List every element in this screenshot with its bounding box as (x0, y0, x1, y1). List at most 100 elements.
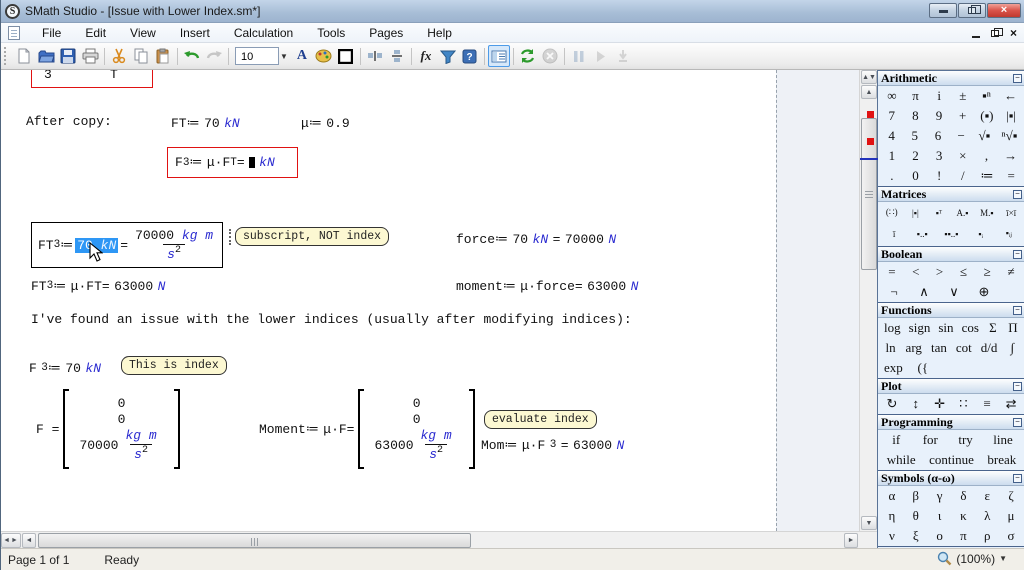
formula-matrix-moment[interactable]: Moment≔ μ·F= 0 0 63000 kg ms2 (259, 388, 475, 470)
formula-matrix-f[interactable]: F = 0 0 70000 kg ms2 (36, 388, 180, 470)
palette-button[interactable]: × (955, 147, 971, 165)
palette-button[interactable]: continue (927, 451, 976, 469)
formula-mu-def[interactable]: μ ≔ 0.9 (301, 114, 350, 132)
scroll-left-button[interactable]: ◄ (22, 533, 36, 548)
scroll-up-button[interactable]: ▲ (861, 85, 877, 99)
palette-button[interactable]: / (955, 167, 971, 185)
palette-button[interactable]: 8 (907, 107, 923, 125)
text-after-copy[interactable]: After copy: (26, 114, 112, 129)
collapse-icon[interactable]: − (1013, 382, 1022, 391)
play-button[interactable] (590, 45, 612, 67)
palette-button[interactable]: ī×ī (1003, 207, 1019, 219)
collapse-icon[interactable]: − (1013, 474, 1022, 483)
horizontal-scroll-thumb[interactable] (38, 533, 471, 548)
palette-button[interactable]: log (882, 319, 903, 337)
palette-button[interactable]: λ (979, 507, 995, 525)
menu-item[interactable]: Pages (357, 23, 415, 42)
palette-button[interactable]: . (884, 167, 900, 185)
palette-button[interactable]: break (985, 451, 1018, 469)
palette-button[interactable]: ξ (908, 527, 924, 545)
formula-moment-eval[interactable]: moment≔ μ·force= 63000 N (456, 277, 638, 295)
palette-button[interactable]: ✛ (932, 395, 948, 413)
palette-button[interactable]: ≔ (978, 167, 995, 185)
palette-button[interactable]: 6 (930, 127, 946, 145)
palette-button[interactable]: cot (954, 339, 974, 357)
horizontal-scrollbar[interactable]: ◄► ◄ ► (1, 531, 877, 548)
palette-button[interactable]: ¬ (886, 283, 902, 301)
palette-button[interactable]: θ (908, 507, 924, 525)
formula-active-ft3[interactable]: FT3 ≔ 70 kN = 70000 kg m s2 (31, 222, 223, 268)
palette-button[interactable]: + (955, 107, 971, 125)
palette-button[interactable]: ↻ (884, 395, 900, 413)
palette-button[interactable]: 3 (931, 147, 947, 165)
palette-button[interactable]: 4 (884, 127, 900, 145)
palette-button[interactable]: ▪..▪ (914, 228, 930, 240)
menu-item[interactable]: Help (415, 23, 464, 42)
new-button[interactable] (13, 45, 35, 67)
palette-button[interactable]: ▪▪..▪ (942, 228, 960, 240)
restore-button[interactable] (958, 3, 986, 18)
palette-button[interactable]: |▪| (1003, 107, 1019, 125)
palette-button[interactable]: √▪ (976, 127, 992, 145)
palette-button[interactable]: δ (955, 487, 971, 505)
redo-button[interactable] (203, 45, 225, 67)
menu-item[interactable]: Tools (305, 23, 357, 42)
formula-mom-eval[interactable]: Mom≔ μ·F 3 = 63000 N (481, 436, 624, 454)
align-vertical-button[interactable] (386, 45, 408, 67)
save-button[interactable] (57, 45, 79, 67)
palette-button[interactable]: ▪ᵢⱼ (1001, 227, 1017, 240)
collapse-icon[interactable]: − (1013, 190, 1022, 199)
vertical-scrollbar[interactable]: ▲▼ ▲ ▼ (859, 70, 877, 531)
collapse-icon[interactable]: − (1013, 250, 1022, 259)
palette-button[interactable]: ▪ᵀ (931, 207, 947, 219)
border-button[interactable] (335, 45, 357, 67)
palette-button[interactable]: 0 (907, 167, 923, 185)
palette-button[interactable]: ∨ (946, 283, 962, 301)
palette-button[interactable]: ο (932, 527, 948, 545)
palette-button[interactable]: ∧ (916, 283, 932, 301)
palette-button[interactable]: M.▪ (978, 207, 995, 219)
palette-button[interactable]: ν (884, 527, 900, 545)
zoom-dropdown-icon[interactable]: ▼ (999, 554, 1007, 563)
formula-f3-copy[interactable]: F3≔ μ·FT= kN (167, 147, 298, 178)
close-button[interactable]: × (987, 3, 1021, 18)
palette-button[interactable]: 7 (884, 107, 900, 125)
palette-button[interactable]: ι (932, 507, 948, 525)
palette-button[interactable]: ← (1002, 87, 1019, 105)
stop-button[interactable] (539, 45, 561, 67)
help-button[interactable]: ? (459, 45, 481, 67)
menu-item[interactable]: Calculation (222, 23, 305, 42)
palette-button[interactable]: ≤ (955, 263, 971, 281)
color-palette-button[interactable] (313, 45, 335, 67)
mdi-minimize-button[interactable] (972, 36, 980, 38)
palette-button[interactable]: ≠ (1003, 263, 1019, 281)
formula-ft-def[interactable]: FT ≔ 70 kN (171, 114, 240, 132)
palette-button[interactable]: > (932, 263, 948, 281)
split-handle-button[interactable]: ▲▼ (861, 70, 877, 84)
text-issue[interactable]: I've found an issue with the lower indic… (31, 312, 632, 327)
palette-button[interactable]: (▪) (978, 107, 995, 125)
note-evaluate[interactable]: evaluate index (484, 410, 597, 429)
palette-button[interactable]: ⁿ√▪ (1000, 127, 1020, 145)
palette-button[interactable]: ≡ (979, 395, 995, 413)
palette-button[interactable]: , (978, 147, 994, 165)
print-button[interactable] (79, 45, 101, 67)
collapse-icon[interactable]: − (1013, 74, 1022, 83)
palette-button[interactable]: for (921, 431, 940, 449)
palette-button[interactable]: Π (1005, 319, 1021, 337)
function-button[interactable]: fx (415, 45, 437, 67)
palette-button[interactable]: ({ (915, 359, 931, 377)
palette-button[interactable]: ▪ⁿ (978, 87, 994, 105)
palette-button[interactable]: ± (955, 87, 971, 105)
palette-button[interactable]: ▪ᵢ (973, 228, 989, 240)
collapse-icon[interactable]: − (1013, 418, 1022, 427)
note-index[interactable]: This is index (121, 356, 227, 375)
palette-button[interactable]: ε (979, 487, 995, 505)
scroll-right-button[interactable]: ► (844, 533, 858, 548)
menu-item[interactable]: View (118, 23, 168, 42)
palette-button[interactable]: 1 (884, 147, 900, 165)
palette-button[interactable]: ∞ (884, 87, 900, 105)
side-panels-toggle-button[interactable] (488, 45, 510, 67)
filter-button[interactable] (437, 45, 459, 67)
palette-button[interactable]: (∷) (884, 206, 900, 219)
